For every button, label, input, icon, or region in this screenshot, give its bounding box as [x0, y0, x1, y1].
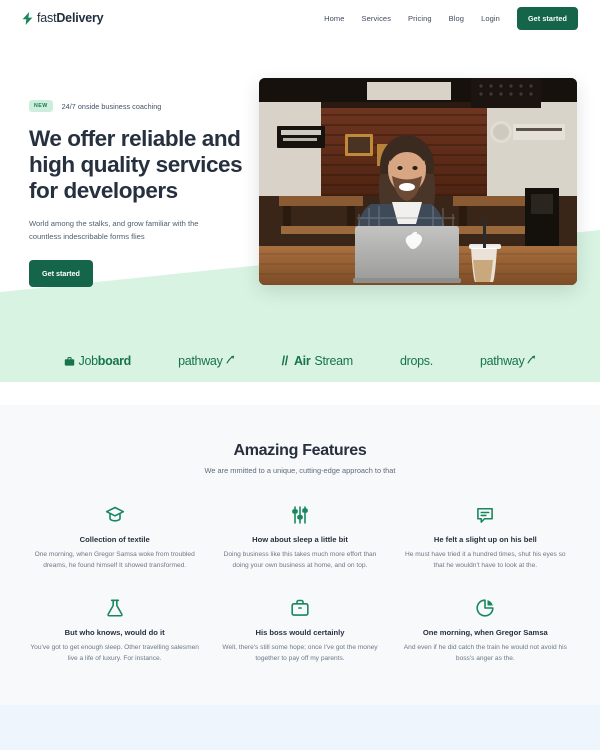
feature-description: He must have tried it a hundred times, s… — [405, 551, 566, 569]
feature-title: But who knows, would do it — [64, 628, 165, 637]
nav-link-pricing[interactable]: Pricing — [408, 14, 432, 23]
logo-text-bold: Delivery — [56, 11, 104, 25]
features-header: Amazing Features We are mmitted to a uni… — [0, 405, 600, 475]
logo-text: fastDelivery — [37, 11, 104, 25]
hero-title: We offer reliable and high quality servi… — [29, 126, 243, 203]
brand-logos-strip: Jobboard pathway // Air Stream drops. path… — [0, 340, 600, 382]
lightning-bolt-icon — [22, 11, 33, 25]
hero-badge-row: NEW 24/7 onside business coaching — [29, 100, 244, 112]
brand-airstream-light: Stream — [314, 354, 353, 368]
brand-logo-jobboard[interactable]: Jobboard — [64, 354, 132, 368]
feature-title: One morning, when Gregor Samsa — [422, 628, 548, 637]
feature-card-6: One morning, when Gregor Samsa And even … — [393, 597, 578, 664]
main-navigation: Home Services Pricing Blog Login Get sta… — [324, 6, 578, 30]
feature-title: He felt a slight up on his bell — [433, 535, 537, 544]
features-title: Amazing Features — [233, 442, 367, 459]
briefcase-icon — [215, 597, 384, 619]
message-bubble-icon — [401, 504, 570, 526]
brand-logo-drops[interactable]: drops. — [400, 354, 433, 368]
flask-icon — [30, 597, 199, 619]
features-grid: Collection of textile One morning, when … — [0, 475, 600, 664]
brand-logo-pathway-2[interactable]: pathway — [480, 354, 536, 368]
brand-logo-airstream[interactable]: // Air Stream — [281, 354, 354, 368]
header-get-started-button[interactable]: Get started — [516, 6, 578, 30]
brand-logo[interactable]: fastDelivery — [22, 11, 104, 25]
brand-airstream-prefix: // — [281, 354, 289, 368]
footer-band — [0, 705, 600, 750]
nav-link-home[interactable]: Home — [324, 14, 344, 23]
nav-link-login[interactable]: Login — [481, 14, 500, 23]
feature-title: His boss would certainly — [255, 628, 345, 637]
feature-description: Doing business like this takes much more… — [223, 551, 377, 569]
brand-pathway-1-text: pathway — [178, 354, 223, 368]
nav-link-services[interactable]: Services — [361, 14, 391, 23]
arrow-up-right-icon — [527, 355, 536, 364]
landing-page: fastDelivery Home Services Pricing Blog … — [0, 0, 600, 750]
hero-description: World among the stalks, and grow familia… — [29, 219, 199, 241]
brand-logo-pathway-1[interactable]: pathway — [178, 354, 234, 368]
feature-description: Well, there's still some hope; once I've… — [222, 644, 378, 662]
feature-description: One morning, when Gregor Samsa woke from… — [34, 551, 195, 569]
hero-content: NEW 24/7 onside business coaching We off… — [29, 100, 244, 287]
feature-description: You've got to get enough sleep. Other tr… — [30, 644, 199, 662]
brand-jobboard-bold: board — [97, 354, 132, 368]
feature-description: And even if he did catch the train he wo… — [403, 644, 567, 662]
arrow-up-right-icon — [226, 355, 234, 364]
feature-card-2: How about sleep a little bit Doing busin… — [207, 504, 392, 571]
brand-jobboard-light: Job — [78, 354, 99, 368]
briefcase-icon — [64, 356, 74, 366]
hero-badge-caption: 24/7 onside business coaching — [61, 101, 162, 111]
hero-new-badge: NEW — [29, 100, 53, 112]
feature-card-4: But who knows, would do it You've got to… — [22, 597, 207, 664]
feature-card-3: He felt a slight up on his bell He must … — [393, 504, 578, 571]
graduation-cap-icon — [30, 504, 199, 526]
features-section: Amazing Features We are mmitted to a uni… — [0, 405, 600, 705]
feature-title: Collection of textile — [79, 535, 150, 544]
brand-drops-text: drops. — [399, 354, 433, 368]
feature-card-5: His boss would certainly Well, there's s… — [207, 597, 392, 664]
logo-text-light: fast — [37, 11, 57, 25]
feature-card-1: Collection of textile One morning, when … — [22, 504, 207, 571]
nav-link-blog[interactable]: Blog — [449, 14, 464, 23]
brand-airstream-bold: Air — [293, 354, 311, 368]
sliders-icon — [215, 504, 384, 526]
feature-title: How about sleep a little bit — [252, 535, 348, 544]
pie-chart-icon — [401, 597, 570, 619]
hero-image — [259, 78, 577, 285]
hero-get-started-button[interactable]: Get started — [29, 260, 93, 287]
site-header: fastDelivery Home Services Pricing Blog … — [0, 0, 600, 36]
brand-pathway-2-text: pathway — [479, 354, 525, 368]
features-subtitle: We are mmitted to a unique, cutting-edge… — [204, 466, 396, 475]
